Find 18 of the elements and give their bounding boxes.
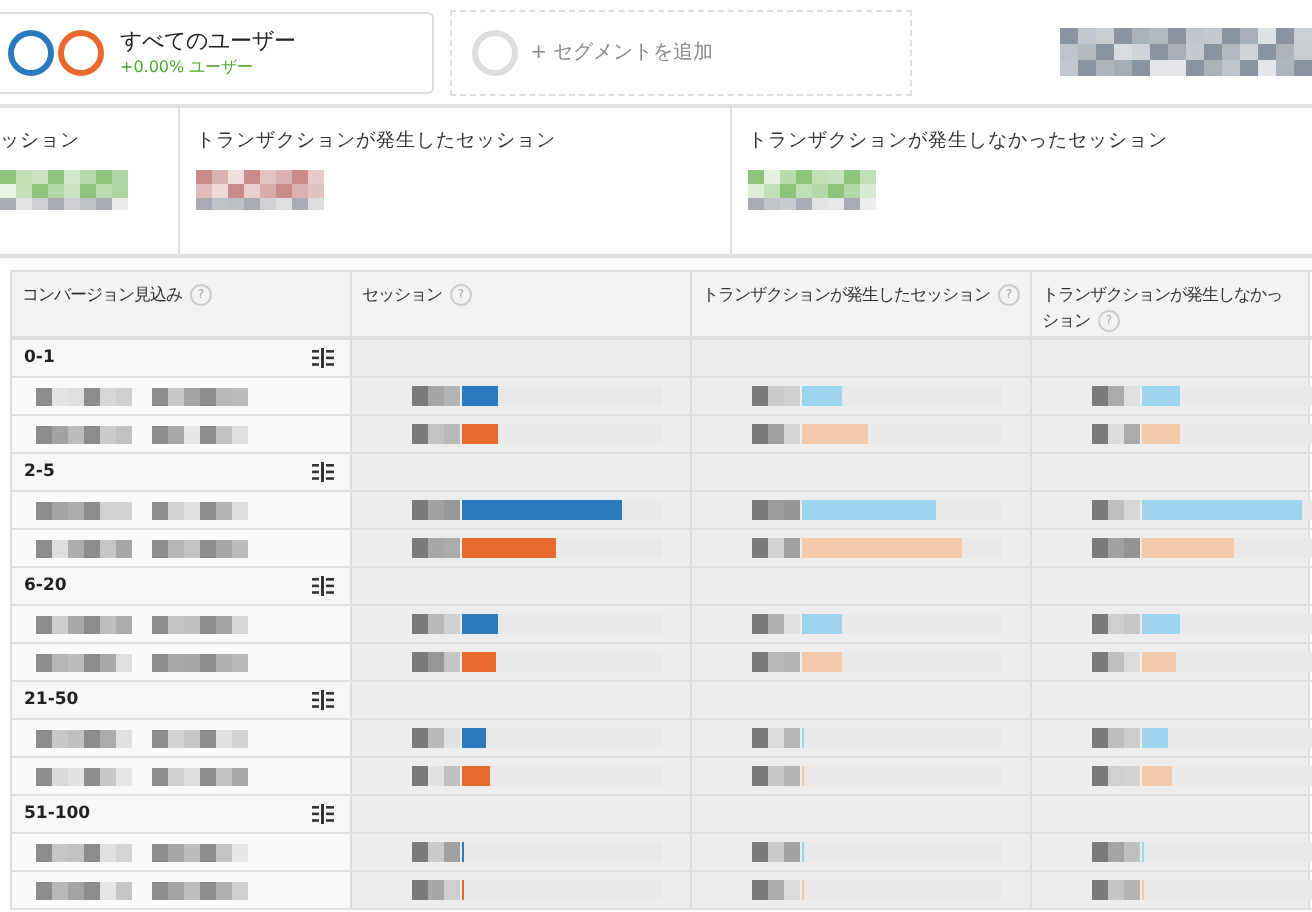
pivot-icon[interactable]: [312, 348, 334, 368]
group-label: 51-100: [24, 804, 93, 824]
group-label: 0-1: [24, 348, 57, 368]
metric-label: ッション: [0, 128, 80, 154]
empty-circle-icon: [472, 29, 519, 75]
segment-change: +0.00% ユーザー: [120, 56, 256, 78]
group-label: 2-5: [24, 462, 57, 482]
metric-label: トランザクションが発生しなかったセッション: [748, 128, 1168, 154]
segment-title: すべてのユーザー: [120, 26, 296, 56]
group-label: 6-20: [24, 576, 69, 596]
pivot-icon[interactable]: [312, 462, 334, 482]
add-segment-button[interactable]: + セグメントを追加: [450, 9, 912, 95]
segment-card[interactable]: すべてのユーザー +0.00% ユーザー: [0, 11, 435, 93]
pivot-icon[interactable]: [312, 690, 334, 710]
pivot-icon[interactable]: [312, 576, 334, 596]
group-label: 21-50: [24, 690, 81, 710]
metric-label: トランザクションが発生したセッション: [196, 128, 556, 154]
pivot-icon[interactable]: [312, 804, 334, 824]
